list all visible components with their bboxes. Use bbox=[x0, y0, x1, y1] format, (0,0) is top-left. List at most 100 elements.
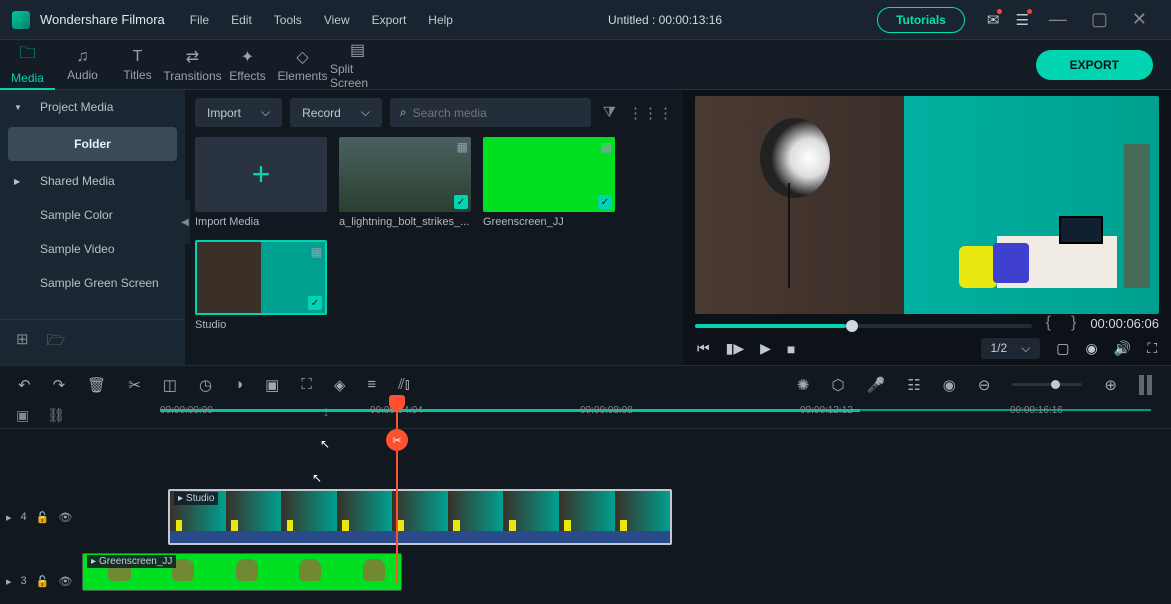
playhead-cut-button[interactable]: ✂ bbox=[386, 429, 408, 451]
check-icon: ✓ bbox=[598, 195, 612, 209]
tab-media[interactable]: 🗀Media bbox=[0, 40, 55, 90]
track-number: 3 bbox=[21, 575, 27, 588]
track-visibility-icon[interactable]: 👁 bbox=[58, 511, 72, 524]
display-icon[interactable]: ▢ bbox=[1056, 340, 1069, 357]
cut-icon[interactable]: ✂ bbox=[128, 376, 141, 394]
menu-list-icon[interactable]: ☰ bbox=[1015, 11, 1028, 29]
tick-label: 00:00:12:12 bbox=[800, 405, 853, 416]
media-item-lightning[interactable]: ▦✓ a_lightning_bolt_strikes_... bbox=[339, 137, 471, 228]
search-input[interactable] bbox=[413, 106, 581, 120]
timeline-zoom-slider[interactable] bbox=[1012, 383, 1082, 386]
maximize-button[interactable]: ▢ bbox=[1091, 9, 1108, 30]
undo-icon[interactable]: ↶ bbox=[18, 376, 31, 394]
plus-icon: + bbox=[252, 156, 271, 193]
record-dropdown[interactable]: Record bbox=[290, 98, 382, 127]
tab-elements[interactable]: ◇Elements bbox=[275, 40, 330, 90]
mixer-icon[interactable]: ☷ bbox=[907, 376, 920, 394]
tab-split-screen[interactable]: ▤Split Screen bbox=[330, 40, 385, 90]
fullscreen-icon[interactable]: ⛶ bbox=[1147, 340, 1157, 357]
timeline-ruler[interactable]: 00:00:00:00 00:00:04:04 00:00:08:08 00:0… bbox=[160, 403, 1151, 423]
audio-sync-icon[interactable]: ⫽⫾ bbox=[398, 376, 410, 393]
expand-icon[interactable]: ⛶ bbox=[301, 376, 312, 393]
stop-button[interactable]: ■ bbox=[787, 341, 795, 357]
menu-view[interactable]: View bbox=[324, 13, 350, 27]
tick-label: 00:00:08:08 bbox=[580, 405, 633, 416]
search-media-field[interactable]: ⌕ bbox=[390, 98, 591, 127]
sidebar-shared-media[interactable]: Shared Media bbox=[0, 164, 185, 198]
mark-out-button[interactable]: } bbox=[1071, 314, 1076, 332]
track-lock-icon[interactable]: 🔓 bbox=[36, 575, 50, 588]
tab-audio[interactable]: ♫Audio bbox=[55, 40, 110, 90]
zoom-in-icon[interactable]: ⊕ bbox=[1104, 376, 1117, 394]
media-item-studio[interactable]: ▦✓ Studio bbox=[195, 240, 327, 331]
media-item-greenscreen[interactable]: ▦✓ Greenscreen_JJ bbox=[483, 137, 615, 228]
sidebar-sample-green-screen[interactable]: Sample Green Screen bbox=[0, 266, 185, 300]
menu-edit[interactable]: Edit bbox=[231, 13, 252, 27]
menu-file[interactable]: File bbox=[190, 13, 209, 27]
timeline-clip-studio[interactable]: ▸ Studio bbox=[168, 489, 672, 545]
sidebar-folder[interactable]: Folder bbox=[8, 127, 177, 161]
render-icon[interactable]: ◉ bbox=[943, 376, 956, 394]
freeze-icon[interactable]: ▣ bbox=[265, 376, 279, 394]
minimize-button[interactable]: — bbox=[1049, 9, 1067, 30]
timeline-snap-icon[interactable]: ▣ bbox=[16, 407, 29, 424]
tab-transitions[interactable]: ⇄Transitions bbox=[165, 40, 220, 90]
track-visibility-icon[interactable]: 👁 bbox=[58, 575, 72, 588]
playhead-handle[interactable] bbox=[389, 395, 405, 411]
track-lock-icon[interactable]: 🔓 bbox=[36, 511, 50, 524]
import-dropdown[interactable]: Import bbox=[195, 98, 282, 127]
color-icon[interactable]: ◑ bbox=[234, 376, 243, 393]
preview-zoom-select[interactable]: 1/2⌵ bbox=[981, 338, 1041, 359]
clip-title: ▸ Greenscreen_JJ bbox=[87, 555, 176, 568]
export-button[interactable]: EXPORT bbox=[1036, 50, 1153, 80]
seekbar-handle[interactable] bbox=[846, 320, 858, 332]
menu-export[interactable]: Export bbox=[372, 13, 407, 27]
prev-frame-button[interactable]: ⏮ bbox=[697, 340, 710, 357]
voiceover-icon[interactable]: 🎤 bbox=[867, 376, 886, 394]
mail-icon[interactable]: ✉ bbox=[987, 11, 1000, 29]
keyframe-icon[interactable]: ◈ bbox=[334, 376, 346, 394]
sidebar-sample-color[interactable]: Sample Color bbox=[0, 198, 185, 232]
clip-title: ▸ Studio bbox=[174, 492, 218, 505]
grid-view-icon[interactable]: ⋮⋮⋮ bbox=[628, 104, 673, 122]
delete-icon[interactable]: 🗑 bbox=[87, 376, 106, 394]
zoom-out-icon[interactable]: ⊖ bbox=[978, 376, 991, 394]
menu-tools[interactable]: Tools bbox=[274, 13, 302, 27]
crop-icon[interactable]: ◫ bbox=[163, 376, 177, 394]
track-video-icon[interactable]: ▸ bbox=[6, 575, 12, 588]
music-icon: ♫ bbox=[77, 48, 89, 66]
play-button[interactable]: ▶ bbox=[760, 340, 771, 357]
tab-titles[interactable]: TTitles bbox=[110, 40, 165, 90]
preview-viewport[interactable] bbox=[695, 96, 1159, 314]
timeline-clip-greenscreen[interactable]: ▸ Greenscreen_JJ bbox=[82, 553, 402, 591]
highlight-icon[interactable]: ✺ bbox=[797, 376, 810, 394]
transition-icon: ⇄ bbox=[186, 47, 199, 67]
timeline-link-icon[interactable]: ⛓ bbox=[47, 407, 65, 424]
preview-seekbar[interactable] bbox=[695, 324, 1032, 328]
import-media-label: Import Media bbox=[195, 216, 327, 228]
filter-icon[interactable]: ⧩ bbox=[603, 104, 616, 121]
adjust-icon[interactable]: ≡ bbox=[367, 376, 376, 393]
step-back-button[interactable]: ▮▶ bbox=[726, 340, 744, 357]
redo-icon[interactable]: ↷ bbox=[53, 376, 66, 394]
folder-icon: 🗀 bbox=[19, 42, 35, 69]
range-marker[interactable]: ⟟ bbox=[324, 407, 328, 420]
menu-help[interactable]: Help bbox=[428, 13, 453, 27]
import-media-tile[interactable]: + Import Media bbox=[195, 137, 327, 228]
close-button[interactable]: ✕ bbox=[1132, 9, 1147, 30]
volume-icon[interactable]: 🔊 bbox=[1114, 340, 1131, 357]
sidebar-sample-video[interactable]: Sample Video bbox=[0, 232, 185, 266]
snapshot-icon[interactable]: ◉ bbox=[1086, 340, 1098, 357]
mark-in-button[interactable]: { bbox=[1046, 314, 1051, 332]
folder-open-icon[interactable]: 🗁 bbox=[47, 330, 66, 355]
sidebar-project-media[interactable]: Project Media bbox=[0, 90, 185, 124]
sidebar-collapse-handle[interactable]: ◀ bbox=[180, 200, 190, 244]
marker-icon[interactable]: ⬡ bbox=[832, 376, 845, 394]
new-folder-icon[interactable]: ⊞ bbox=[16, 330, 29, 355]
speed-icon[interactable]: ◷ bbox=[199, 376, 212, 394]
track-video-icon[interactable]: ▸ bbox=[6, 511, 12, 524]
track-number: 4 bbox=[21, 511, 27, 524]
playhead[interactable]: ✂ bbox=[396, 403, 398, 583]
tutorials-button[interactable]: Tutorials bbox=[877, 7, 965, 33]
tab-effects[interactable]: ✦Effects bbox=[220, 40, 275, 90]
